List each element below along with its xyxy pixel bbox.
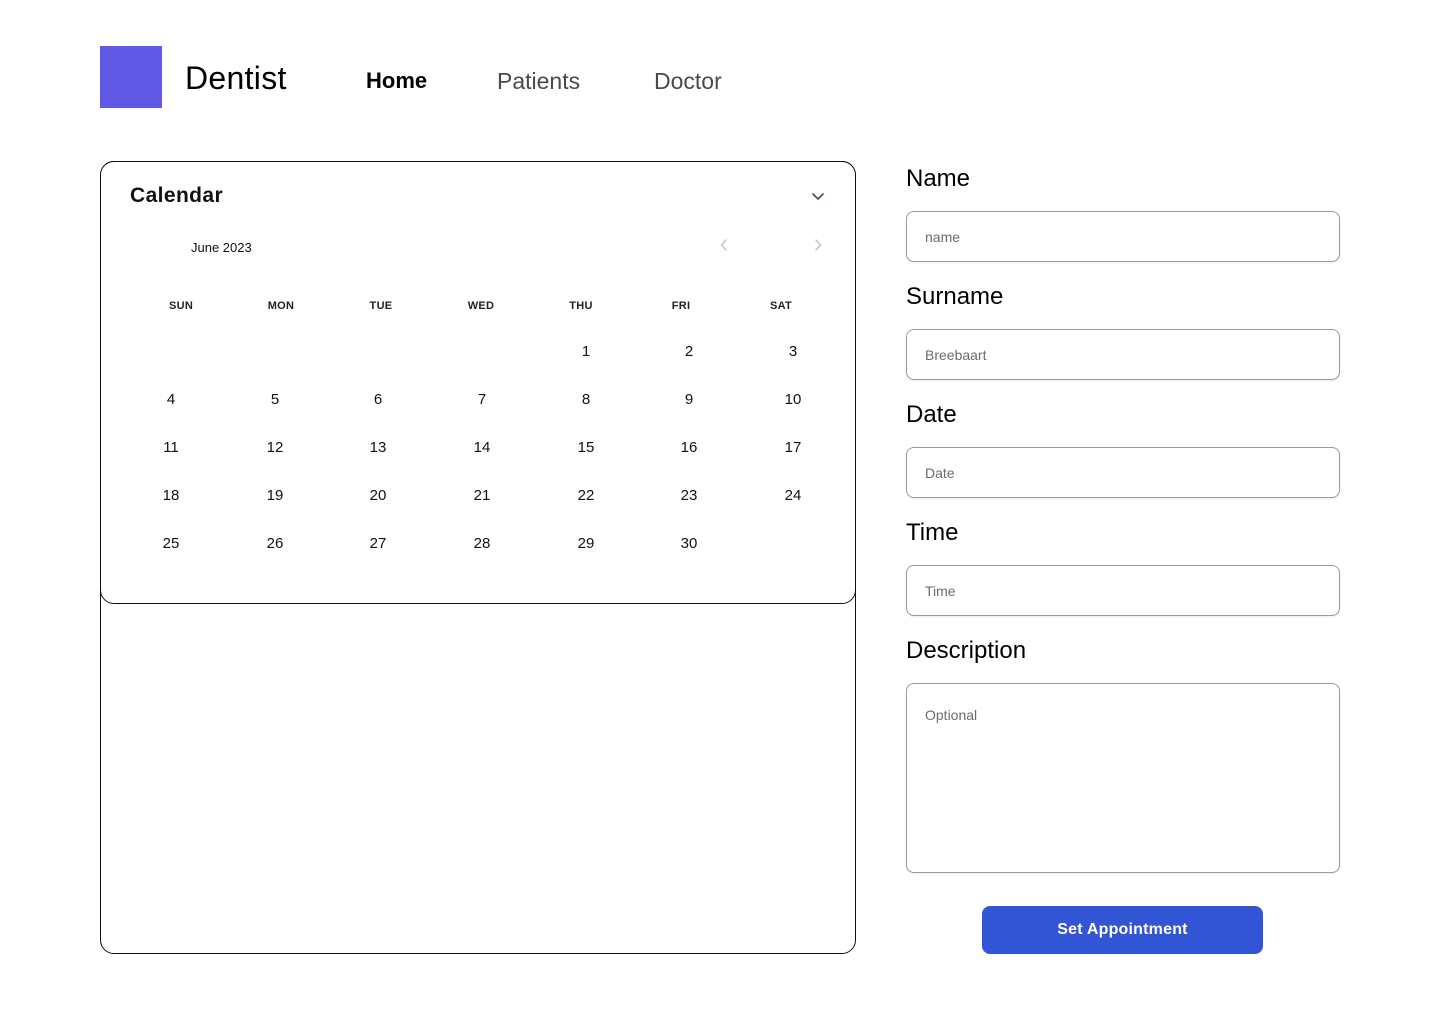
description-label: Description bbox=[906, 637, 1027, 664]
calendar-day[interactable]: 25 bbox=[151, 529, 191, 559]
chevron-right-icon bbox=[814, 238, 822, 256]
calendar-day[interactable]: 4 bbox=[151, 385, 191, 415]
calendar-day[interactable]: 3 bbox=[773, 337, 813, 367]
calendar-day[interactable]: 9 bbox=[669, 385, 709, 415]
date-input[interactable] bbox=[906, 447, 1340, 498]
weekday-label: FRI bbox=[671, 300, 691, 312]
calendar-day[interactable]: 19 bbox=[255, 481, 295, 511]
nav-doctor[interactable]: Doctor bbox=[654, 64, 722, 98]
calendar-day[interactable]: 22 bbox=[566, 481, 606, 511]
brand-name: Dentist bbox=[185, 60, 287, 96]
calendar-day[interactable]: 12 bbox=[255, 433, 295, 463]
calendar-day[interactable]: 20 bbox=[358, 481, 398, 511]
calendar-day[interactable]: 29 bbox=[566, 529, 606, 559]
logo-mark bbox=[100, 46, 162, 108]
nav-home[interactable]: Home bbox=[366, 64, 427, 98]
weekday-label: SUN bbox=[168, 300, 194, 312]
weekday-label: TUE bbox=[369, 300, 393, 312]
previous-month-button[interactable] bbox=[713, 236, 735, 258]
weekday-label: MON bbox=[267, 300, 295, 312]
calendar-day[interactable]: 2 bbox=[669, 337, 709, 367]
calendar-day[interactable]: 15 bbox=[566, 433, 606, 463]
next-month-button[interactable] bbox=[807, 236, 829, 258]
weekday-label: WED bbox=[467, 300, 495, 312]
chevron-left-icon bbox=[720, 238, 728, 256]
calendar-card: Calendar June 2023 SUN MON TUE WED THU F… bbox=[100, 161, 856, 604]
weekday-header: SUN MON TUE WED THU FRI SAT bbox=[131, 298, 831, 314]
calendar-day[interactable]: 8 bbox=[566, 385, 606, 415]
calendar-day[interactable]: 18 bbox=[151, 481, 191, 511]
description-textarea[interactable] bbox=[906, 683, 1340, 873]
chevron-down-icon[interactable] bbox=[806, 184, 830, 208]
calendar-title: Calendar bbox=[130, 184, 224, 207]
calendar-day[interactable]: 5 bbox=[255, 385, 295, 415]
name-input[interactable] bbox=[906, 211, 1340, 262]
calendar-day[interactable]: 1 bbox=[566, 337, 606, 367]
calendar-day[interactable]: 30 bbox=[669, 529, 709, 559]
weekday-label: THU bbox=[569, 300, 593, 312]
calendar-day[interactable]: 11 bbox=[151, 433, 191, 463]
calendar-day[interactable]: 17 bbox=[773, 433, 813, 463]
calendar-day[interactable]: 23 bbox=[669, 481, 709, 511]
name-label: Name bbox=[906, 165, 971, 192]
nav-patients[interactable]: Patients bbox=[497, 64, 580, 98]
weekday-label: SAT bbox=[769, 300, 793, 312]
calendar-day[interactable]: 14 bbox=[462, 433, 502, 463]
calendar-day[interactable]: 24 bbox=[773, 481, 813, 511]
calendar-day[interactable]: 26 bbox=[255, 529, 295, 559]
calendar-day[interactable]: 21 bbox=[462, 481, 502, 511]
month-label: June 2023 bbox=[191, 240, 252, 255]
calendar-day[interactable]: 6 bbox=[358, 385, 398, 415]
calendar-day[interactable]: 28 bbox=[462, 529, 502, 559]
calendar-day[interactable]: 13 bbox=[358, 433, 398, 463]
set-appointment-button[interactable]: Set Appointment bbox=[982, 906, 1263, 954]
calendar-day[interactable]: 7 bbox=[462, 385, 502, 415]
calendar-day[interactable]: 10 bbox=[773, 385, 813, 415]
date-label: Date bbox=[906, 401, 957, 428]
calendar-day[interactable]: 16 bbox=[669, 433, 709, 463]
time-input[interactable] bbox=[906, 565, 1340, 616]
time-label: Time bbox=[906, 519, 959, 546]
surname-label: Surname bbox=[906, 283, 1004, 310]
calendar-day[interactable]: 27 bbox=[358, 529, 398, 559]
surname-input[interactable] bbox=[906, 329, 1340, 380]
